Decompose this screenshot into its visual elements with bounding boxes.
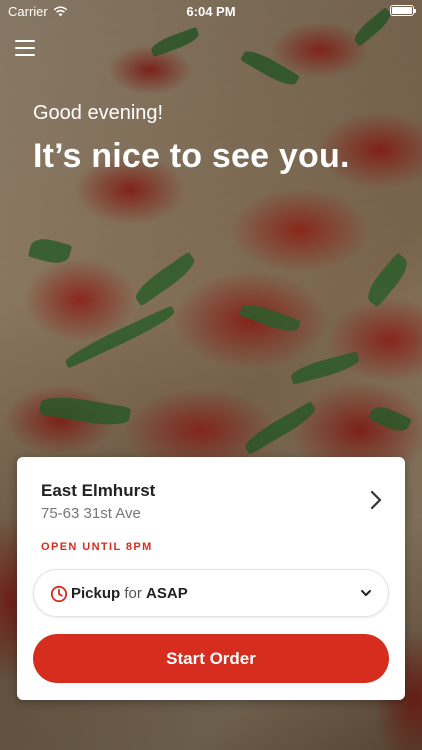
battery-indicator (390, 5, 416, 16)
order-mode: Pickup (71, 585, 121, 602)
battery-icon (390, 5, 416, 16)
greeting-text: Good evening! (33, 102, 164, 124)
open-status-label: OPEN UNTIL 8PM (41, 541, 153, 553)
clock-icon (50, 585, 68, 603)
location-card: East Elmhurst 75-63 31st Ave OPEN UNTIL … (17, 457, 405, 700)
chevron-right-icon[interactable] (369, 489, 383, 511)
order-type-label: Pickup for ASAP (71, 585, 188, 602)
location-address: 75-63 31st Ave (41, 505, 141, 522)
welcome-headline: It’s nice to see you. (33, 137, 350, 175)
chevron-down-icon (361, 590, 371, 596)
status-bar: Carrier 6:04 PM (0, 0, 422, 22)
order-connector: for (124, 585, 142, 602)
order-time: ASAP (146, 585, 188, 602)
battery-level (392, 7, 412, 14)
order-type-dropdown[interactable]: Pickup for ASAP (33, 569, 389, 617)
location-name: East Elmhurst (41, 481, 156, 500)
status-time: 6:04 PM (186, 4, 236, 19)
start-order-button[interactable]: Start Order (33, 634, 389, 683)
hamburger-menu-icon[interactable] (15, 40, 35, 56)
